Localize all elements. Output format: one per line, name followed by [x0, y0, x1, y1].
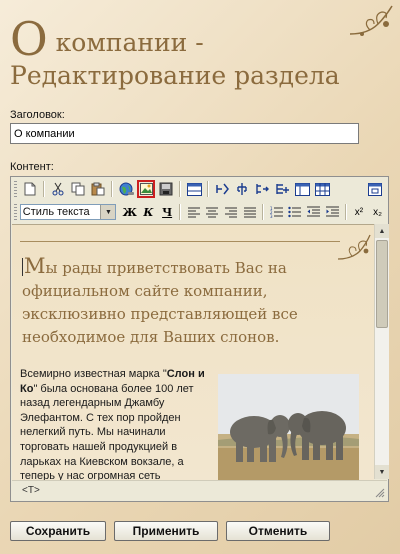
insert-media-icon[interactable] [157, 180, 175, 198]
scroll-down-icon[interactable]: ▼ [375, 465, 389, 479]
content-paragraph: Всемирно известная марка "Слон и Ко" был… [20, 368, 205, 480]
align-justify-icon[interactable] [241, 203, 258, 221]
chevron-down-icon[interactable]: ▼ [100, 205, 116, 219]
toolbar-grip[interactable] [14, 204, 17, 220]
title-input[interactable] [10, 123, 359, 144]
content-heading: Мы рады приветствовать Вас на официально… [22, 254, 298, 346]
text-style-select[interactable]: Стиль текста ▼ [19, 204, 117, 220]
subscript-button[interactable]: x₂ [369, 203, 386, 221]
maximize-icon[interactable] [366, 180, 384, 198]
toolbar-separator [344, 204, 347, 220]
toolbar-grip[interactable] [14, 181, 17, 197]
toolbar-separator [179, 181, 181, 197]
rich-text-editor: Стиль текста ▼ Ж К Ч 123 x² x₂ Мы рады п… [10, 176, 389, 502]
svg-text:3: 3 [270, 214, 273, 218]
underline-button[interactable]: Ч [159, 203, 176, 221]
editor-toolbar-format: Стиль текста ▼ Ж К Ч 123 x² x₂ [12, 201, 387, 223]
link-globe-icon[interactable] [117, 180, 135, 198]
cut-icon[interactable] [49, 180, 67, 198]
toolbar-separator [179, 204, 182, 220]
align-left-icon[interactable] [185, 203, 202, 221]
tree-icon[interactable] [233, 180, 251, 198]
indent-tree-icon[interactable] [253, 180, 271, 198]
elephants-photo [218, 374, 359, 480]
editor-toolbar-main [12, 178, 387, 200]
toolbar-separator [262, 204, 264, 220]
form-icon[interactable] [293, 180, 311, 198]
toolbar-separator [111, 181, 113, 197]
insert-image-icon[interactable] [137, 180, 155, 198]
align-center-icon[interactable] [204, 203, 221, 221]
table-icon[interactable] [185, 180, 203, 198]
content-field-label: Контент: [10, 161, 54, 173]
new-document-icon[interactable] [21, 180, 39, 198]
bullet-list-icon[interactable] [287, 203, 304, 221]
italic-button[interactable]: К [140, 203, 157, 221]
toolbar-separator [43, 181, 45, 197]
text-cursor [22, 258, 23, 276]
form-actions: Сохранить Применить Отменить [10, 521, 330, 541]
bold-struct-icon[interactable] [213, 180, 231, 198]
editor-scrollbar[interactable]: ▲ ▼ [374, 224, 389, 479]
editor-content-area[interactable]: Мы рады приветствовать Вас на официально… [12, 224, 374, 480]
text-style-value: Стиль текста [22, 206, 90, 218]
table-grid-icon[interactable] [313, 180, 331, 198]
save-button[interactable]: Сохранить [10, 521, 106, 541]
scrollbar-thumb[interactable] [376, 240, 388, 328]
title-field-label: Заголовок: [10, 109, 65, 121]
bold-button[interactable]: Ж [121, 203, 138, 221]
toolbar-separator [207, 181, 209, 197]
scroll-up-icon[interactable]: ▲ [375, 224, 389, 238]
superscript-button[interactable]: x² [351, 203, 368, 221]
align-right-icon[interactable] [223, 203, 240, 221]
apply-button[interactable]: Применить [114, 521, 218, 541]
resize-grip-icon[interactable] [375, 488, 385, 498]
paste-icon[interactable] [89, 180, 107, 198]
cancel-button[interactable]: Отменить [226, 521, 330, 541]
editor-status-bar: <T> [12, 480, 387, 500]
grid-plus-icon[interactable] [273, 180, 291, 198]
outdent-icon[interactable] [305, 203, 322, 221]
content-corner-ornament-icon [337, 234, 371, 260]
element-path-tag[interactable]: <T> [22, 485, 40, 496]
copy-icon[interactable] [69, 180, 87, 198]
content-divider [20, 241, 340, 242]
page-title: О компании - Редактирование раздела [10, 12, 340, 90]
indent-icon[interactable] [324, 203, 341, 221]
numbered-list-icon[interactable]: 123 [268, 203, 285, 221]
